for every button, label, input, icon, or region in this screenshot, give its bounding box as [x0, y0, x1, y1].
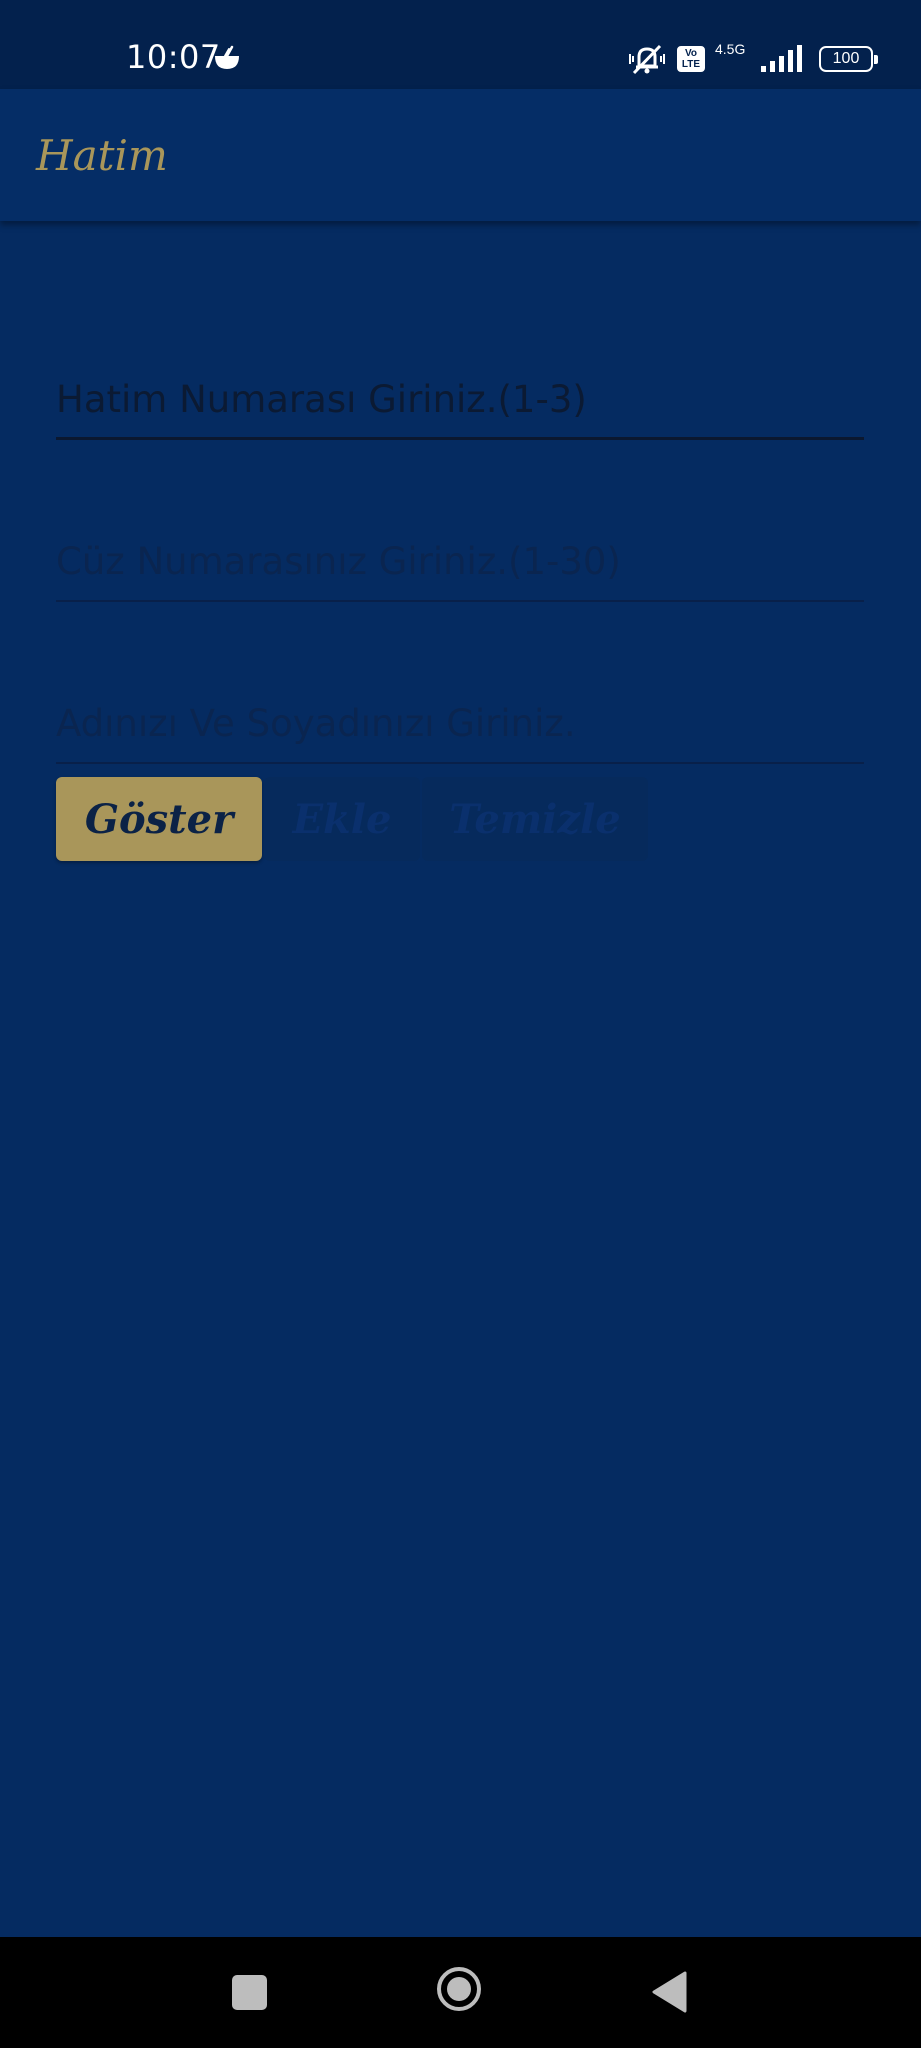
status-bar: 10:07 Vo LTE 4.5G 100 [0, 0, 921, 89]
cuz-number-placeholder: Cüz Numarasınız Giriniz.(1-30) [56, 540, 621, 583]
hatim-number-underline [56, 437, 864, 440]
home-circle-icon[interactable] [435, 1965, 483, 2013]
add-button[interactable]: Ekle [264, 777, 420, 861]
status-icons: Vo LTE 4.5G 100 [627, 41, 878, 76]
volte-icon: Vo LTE [677, 46, 705, 72]
hatim-number-input[interactable]: Hatim Numarası Giriniz.(1-3) [56, 320, 864, 440]
show-button[interactable]: Göster [56, 777, 262, 861]
vibrate-mute-icon [629, 44, 665, 75]
full-name-placeholder: Adınızı Ve Soyadınızı Giriniz. [56, 702, 576, 745]
clear-button[interactable]: Temizle [422, 777, 648, 861]
battery-icon: 100 [819, 46, 878, 72]
hatim-number-placeholder: Hatim Numarası Giriniz.(1-3) [56, 378, 587, 421]
recents-square-icon[interactable] [232, 1975, 267, 2010]
cuz-number-input[interactable]: Cüz Numarasınız Giriniz.(1-30) [56, 482, 864, 602]
app-bar: Hatim [0, 89, 921, 221]
signal-strength-icon [761, 45, 802, 72]
full-name-underline [56, 762, 864, 764]
full-name-input[interactable]: Adınızı Ve Soyadınızı Giriniz. [56, 644, 864, 764]
network-type: 4.5G [715, 41, 746, 57]
status-time: 10:07 [126, 38, 221, 76]
screen: 10:07 Vo LTE 4.5G 100 Hatim Hatim Numara… [0, 0, 921, 2048]
bowl-icon [215, 45, 239, 69]
cuz-number-underline [56, 600, 864, 602]
back-triangle-icon[interactable] [650, 1970, 688, 2014]
app-title: Hatim [36, 131, 168, 180]
system-nav-bar [0, 1937, 921, 2048]
